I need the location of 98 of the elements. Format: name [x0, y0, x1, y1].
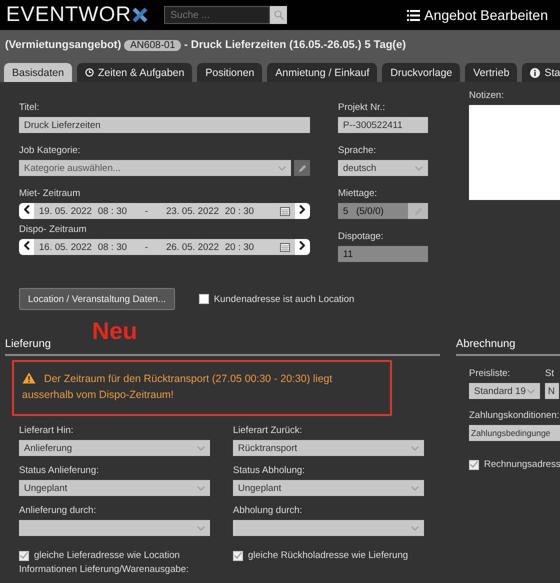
start-time: 08 : 30	[98, 242, 127, 252]
field-label: Lieferart Hin:	[19, 425, 74, 436]
chevron-down-icon	[415, 166, 423, 170]
end-date: 26. 05. 2022	[166, 242, 219, 252]
checkbox[interactable]	[198, 294, 209, 304]
dropdown[interactable]: Zahlungsbedingunge	[469, 425, 560, 441]
chevron-down-icon	[197, 486, 205, 490]
field-label: Preisliste:	[469, 368, 512, 379]
offer-title: - Druck Lieferzeiten (16.05.-26.05.) 5 Tag(e)	[184, 39, 406, 51]
start-date: 19. 05. 2022	[39, 206, 92, 216]
chevron-down-icon	[197, 526, 205, 530]
field-label: Sprache:	[338, 145, 378, 156]
field-label: Status Anlieferung:	[19, 465, 100, 476]
date-range-field[interactable]: 19. 05. 2022 08 : 30 - 23. 05. 2022 20 : 30	[19, 203, 310, 219]
checkbox[interactable]	[233, 550, 243, 560]
range-separator: -	[144, 242, 148, 252]
chevron-left-icon	[24, 241, 30, 250]
location-button[interactable]: Location / Veranstaltung Daten...	[19, 288, 175, 310]
field-label: Titel:	[19, 102, 40, 113]
field-label: Projekt Nr.:	[338, 102, 386, 113]
tab[interactable]: Anmietung / Einkauf	[267, 63, 378, 82]
readonly-field: 11	[338, 246, 428, 262]
previous-button[interactable]	[23, 241, 31, 253]
chevron-right-icon	[299, 205, 305, 214]
clock-icon	[84, 68, 94, 77]
end-date: 23. 05. 2022	[166, 206, 219, 216]
tab[interactable]: Druckvorlage	[382, 63, 460, 82]
checkbox-label: Rechnungsadress	[484, 459, 560, 470]
field-label: Miettage:	[338, 188, 378, 199]
checkbox-label: gleiche Lieferadresse wie Location	[34, 550, 180, 561]
page-title: Angebot Bearbeiten	[424, 7, 548, 23]
next-button[interactable]	[298, 205, 306, 217]
end-time: 20 : 30	[224, 206, 254, 216]
menu-icon[interactable]	[407, 10, 420, 20]
dropdown[interactable]: N	[545, 383, 559, 399]
range-separator: -	[144, 206, 148, 216]
tab[interactable]: Vertrieb	[465, 63, 518, 82]
field-label: St	[545, 368, 555, 379]
text-field[interactable]: P--300522411	[338, 117, 428, 133]
field-label: Informationen Lieferung/Warenausgabe:	[18, 564, 190, 575]
field-label: Dispotage:	[338, 231, 384, 242]
start-time: 08 : 30	[98, 206, 127, 216]
field-label: Dispo- Zeitraum	[19, 224, 88, 235]
pencil-icon	[298, 164, 306, 172]
logo-text: EVENTWOR	[6, 3, 132, 27]
chevron-down-icon	[278, 166, 286, 170]
dropdown[interactable]: Standard 19	[469, 383, 540, 399]
dropdown[interactable]: Rücktransport	[233, 440, 424, 456]
field-label: Status Abholung:	[233, 465, 306, 476]
section-title: Abrechnung	[456, 338, 560, 356]
section-title: Lieferung	[5, 338, 440, 356]
offer-type: (Vermietungsangebot)	[5, 39, 122, 51]
checkbox-label: Kundenadresse ist auch Location	[214, 294, 354, 304]
dropdown[interactable]: deutsch	[338, 160, 428, 176]
field-label: Abholung durch:	[233, 505, 304, 516]
dropdown[interactable]: Kategorie auswählen...	[19, 160, 291, 176]
chevron-down-icon	[411, 446, 419, 450]
text-field[interactable]: Druck Lieferzeiten	[19, 117, 310, 133]
readonly-field: 5 (5/0/0)	[338, 203, 408, 219]
field-label: Anlieferung durch:	[19, 505, 98, 516]
chevron-down-icon	[411, 486, 419, 490]
field-label: Job Kategorie:	[19, 145, 82, 156]
offer-number-badge: AN608-01	[124, 40, 182, 50]
logo-x-icon	[132, 7, 148, 23]
tab[interactable]: Basisdaten	[4, 63, 72, 82]
field-label: Notizen:	[469, 90, 505, 101]
checkbox[interactable]	[19, 550, 29, 560]
tab[interactable]: Sta	[522, 63, 560, 82]
chevron-left-icon	[24, 205, 30, 214]
field-label: Lieferart Zurück:	[233, 425, 304, 436]
checkbox-label: gleiche Rückholadresse wie Lieferung	[248, 550, 408, 561]
previous-button[interactable]	[23, 205, 31, 217]
date-range-field[interactable]: 16. 05. 2022 08 : 30 - 26. 05. 2022 20 : 30	[19, 239, 310, 255]
dropdown[interactable]: Ungeplant	[233, 480, 424, 496]
info-icon	[530, 68, 540, 78]
tab[interactable]: Positionen	[197, 63, 262, 82]
field-label: Miet- Zeitraum	[19, 188, 82, 199]
dropdown[interactable]: Anlieferung	[19, 440, 210, 456]
chevron-right-icon	[299, 241, 305, 250]
warning-message: Der Zeitraum für den Rücktransport (27.05 00:30 - 20:30) liegt ausserhalb vom Dispo-Zeitraum!	[12, 360, 392, 416]
chevron-down-icon	[527, 388, 535, 394]
field-label: Zahlungskonditionen:	[469, 410, 560, 421]
chevron-down-icon	[411, 526, 419, 530]
dropdown[interactable]: Ungeplant	[19, 480, 210, 496]
search-icon	[274, 10, 284, 20]
notes-field[interactable]	[469, 105, 560, 200]
checkbox[interactable]	[469, 460, 479, 470]
edit-button[interactable]	[294, 160, 310, 176]
calendar-icon[interactable]	[280, 206, 290, 216]
search-button[interactable]	[270, 6, 288, 24]
warning-icon	[22, 372, 36, 384]
tab[interactable]: Zeiten & Aufgaben	[76, 63, 192, 82]
start-date: 16. 05. 2022	[39, 242, 92, 252]
next-button[interactable]	[298, 241, 306, 253]
search-field[interactable]: Suche ...	[164, 6, 270, 24]
chevron-down-icon	[197, 446, 205, 450]
end-time: 20 : 30	[224, 242, 254, 252]
calendar-icon[interactable]	[280, 242, 290, 252]
